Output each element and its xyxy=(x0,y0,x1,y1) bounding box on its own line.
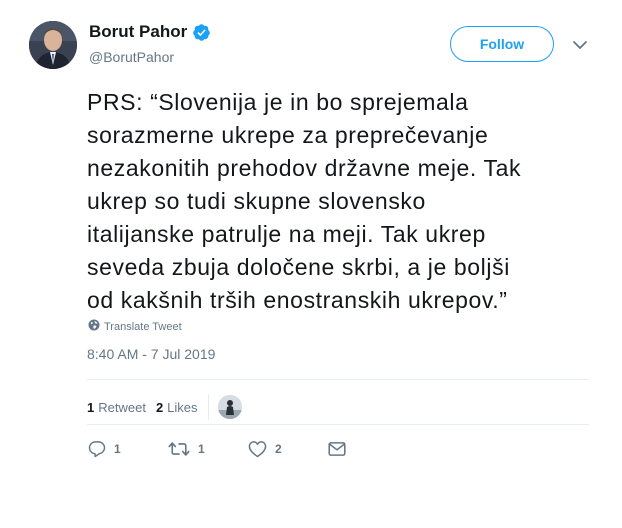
chevron-down-icon[interactable] xyxy=(571,37,589,53)
tweet-actions: 1 1 2 xyxy=(88,440,346,458)
likes-label: Likes xyxy=(167,399,198,415)
divider xyxy=(87,424,589,425)
reply-button[interactable]: 1 xyxy=(88,440,168,458)
likes-stat[interactable]: 2 Likes xyxy=(156,400,198,415)
tweet-text-line: ukrep so tudi skupne slovensko xyxy=(87,188,426,214)
tweet-text-line: PRS: “Slovenija je in bo sprejemala xyxy=(87,89,469,115)
retweets-label: Retweet xyxy=(98,399,146,415)
retweets-stat[interactable]: 1 Retweet xyxy=(87,400,146,415)
timestamp[interactable]: 8:40 AM - 7 Jul 2019 xyxy=(87,346,215,362)
reply-count: 1 xyxy=(114,442,121,456)
divider xyxy=(87,379,589,380)
heart-icon xyxy=(248,440,267,458)
liker-avatar[interactable] xyxy=(217,395,242,419)
user-handle[interactable]: @BorutPahor xyxy=(89,49,174,65)
retweet-count: 1 xyxy=(198,442,205,456)
like-count: 2 xyxy=(275,442,282,456)
like-button[interactable]: 2 xyxy=(248,440,328,458)
tweet-text-line: italijanske patrulje na meji. Tak ukrep xyxy=(87,221,486,247)
tweet-stats: 1 Retweet 2 Likes xyxy=(87,394,242,420)
globe-icon xyxy=(88,318,100,336)
name-row: Borut Pahor xyxy=(89,22,211,42)
retweets-count: 1 xyxy=(87,399,95,415)
translate-label: Translate Tweet xyxy=(104,321,182,333)
likes-count: 2 xyxy=(155,399,164,415)
tweet-text-line: seveda zbuja določene skrbi, a je boljši xyxy=(87,254,510,280)
tweet-text: PRS: “Slovenija je in bo sprejemala sora… xyxy=(87,86,587,317)
reply-icon xyxy=(88,440,106,458)
display-name[interactable]: Borut Pahor xyxy=(89,22,187,42)
envelope-icon xyxy=(328,441,346,457)
tweet-card: Borut Pahor @BorutPahor Follow PRS: “Slo… xyxy=(0,0,622,528)
retweet-icon xyxy=(168,440,190,458)
retweet-button[interactable]: 1 xyxy=(168,440,248,458)
tweet-text-line: nezakonitih prehodov državne meje. Tak xyxy=(87,155,522,181)
tweet-text-line: od kakšnih trših enostranskih ukrepov.” xyxy=(87,287,508,313)
verified-badge-icon xyxy=(192,23,211,42)
avatar[interactable] xyxy=(29,21,77,69)
follow-button[interactable]: Follow xyxy=(450,26,554,62)
direct-message-button[interactable] xyxy=(328,441,346,457)
translate-tweet-link[interactable]: Translate Tweet xyxy=(88,318,182,336)
tweet-text-line: sorazmerne ukrepe za preprečevanje xyxy=(87,122,489,148)
stats-separator xyxy=(207,394,209,420)
